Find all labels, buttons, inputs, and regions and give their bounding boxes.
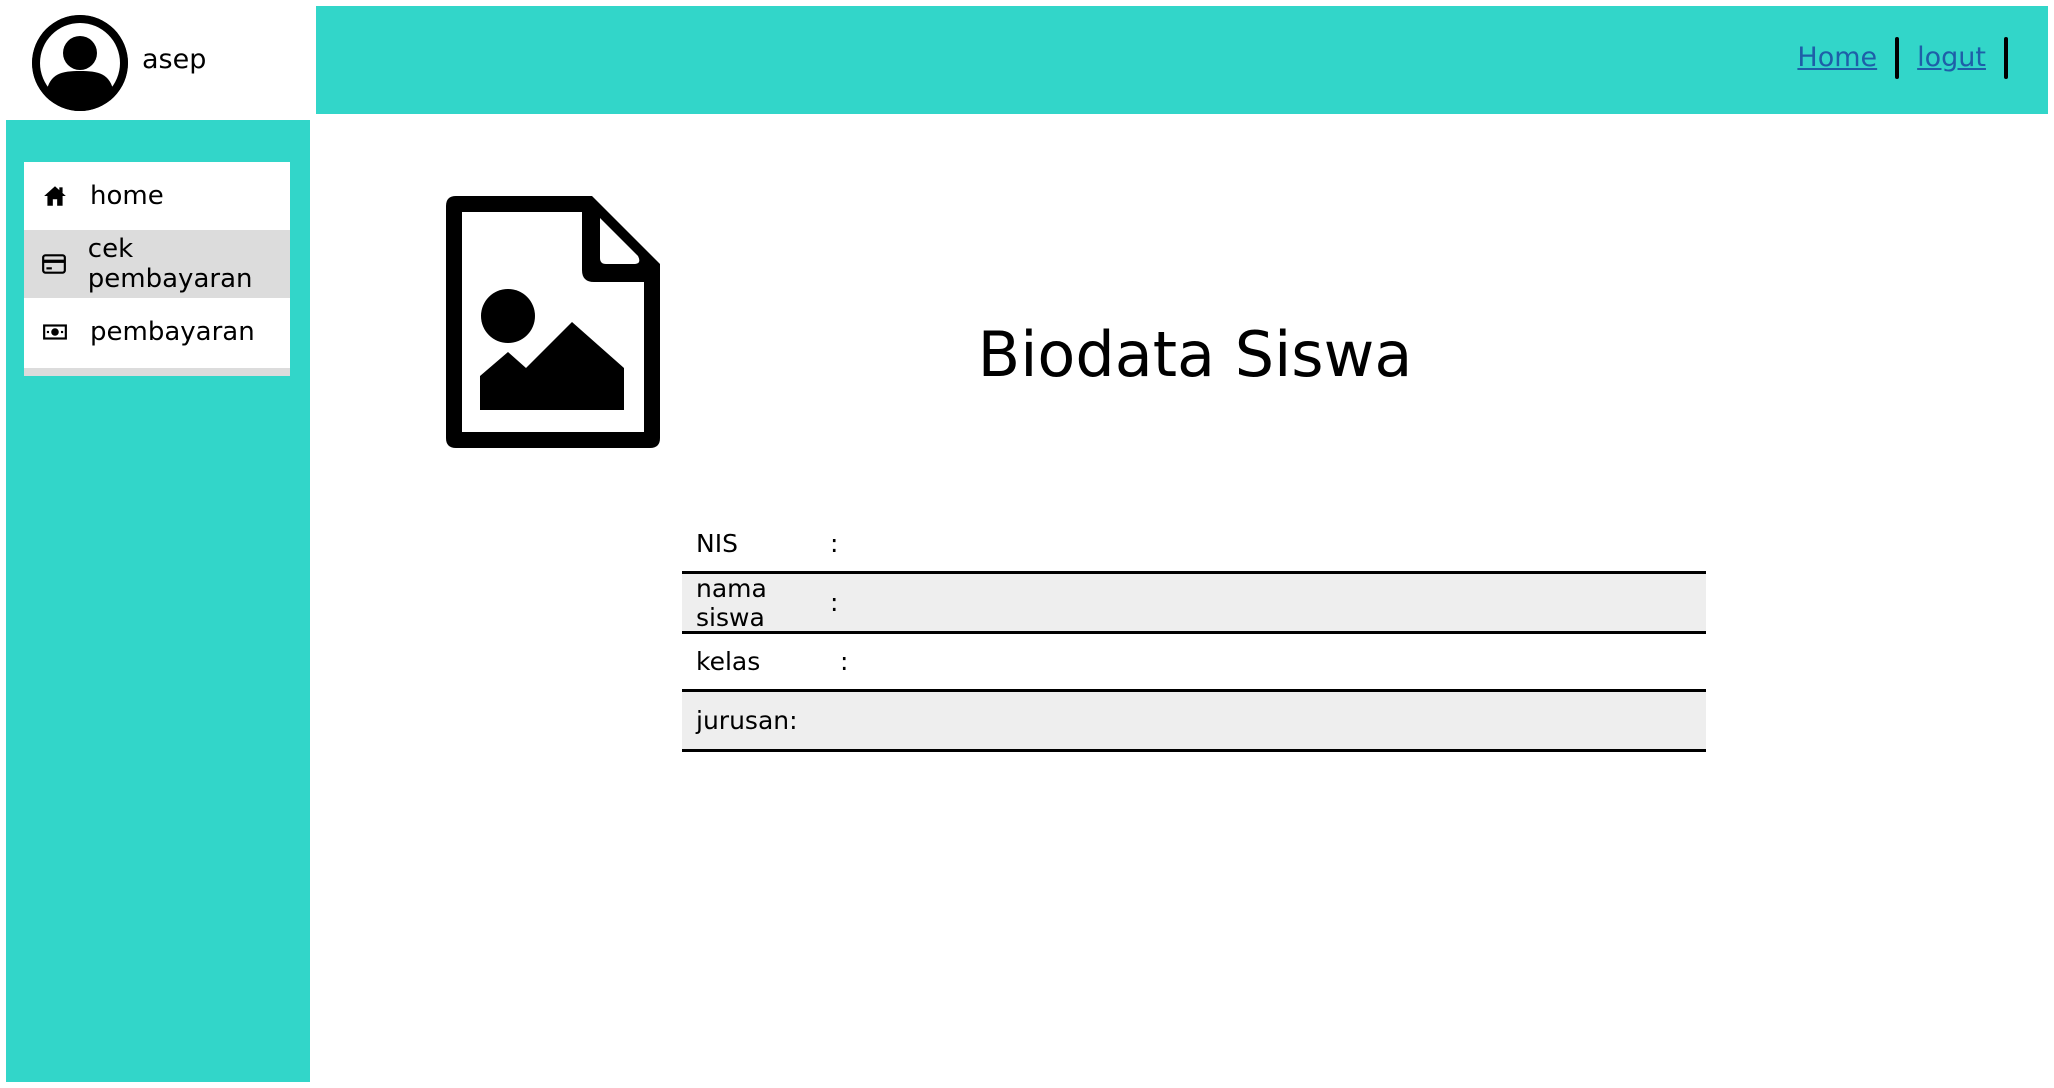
home-icon [40,181,70,211]
field-label-nama-siswa: nama siswa [696,573,767,632]
table-row: NIS : [682,516,1706,574]
logout-link[interactable]: logut [1899,38,2004,78]
field-colon: : [789,706,798,735]
field-label-nis: NIS [696,529,738,558]
top-bar: Home logut [316,6,2048,114]
field-label-jurusan: jurusan [696,706,790,735]
sidebar-menu: home cek pembayaran pembayaran [24,162,290,376]
credit-card-icon [40,249,68,279]
page: asep Home logut home cek pembayaran pemb… [0,0,2054,1088]
top-nav: Home logut [1779,36,2008,80]
username: asep [142,44,207,75]
field-colon: : [830,588,839,617]
nav-divider [2004,37,2008,79]
user-avatar-icon[interactable] [32,15,128,111]
sidebar-item-cek-pembayaran[interactable]: cek pembayaran [24,230,290,298]
field-label-kelas: kelas [696,647,761,676]
home-link[interactable]: Home [1779,38,1895,78]
sidebar-item-label: home [90,181,164,211]
field-colon: : [830,529,839,558]
sidebar: home cek pembayaran pembayaran [6,120,310,1082]
page-title: Biodata Siswa [977,318,1413,391]
biodata-table: NIS : nama siswa : kelas : jurusan : [682,516,1706,752]
field-colon: : [840,647,849,676]
image-file-icon [442,192,666,452]
table-row: nama siswa : [682,574,1706,634]
sidebar-item-label: cek pembayaran [87,234,253,294]
table-row: kelas : [682,634,1706,692]
sidebar-item-home[interactable]: home [24,162,290,230]
table-row: jurusan : [682,692,1706,752]
sidebar-item-pembayaran[interactable]: pembayaran [24,298,290,366]
user-area: asep [0,0,310,118]
sidebar-item-label: pembayaran [90,317,255,347]
money-icon [40,317,70,347]
